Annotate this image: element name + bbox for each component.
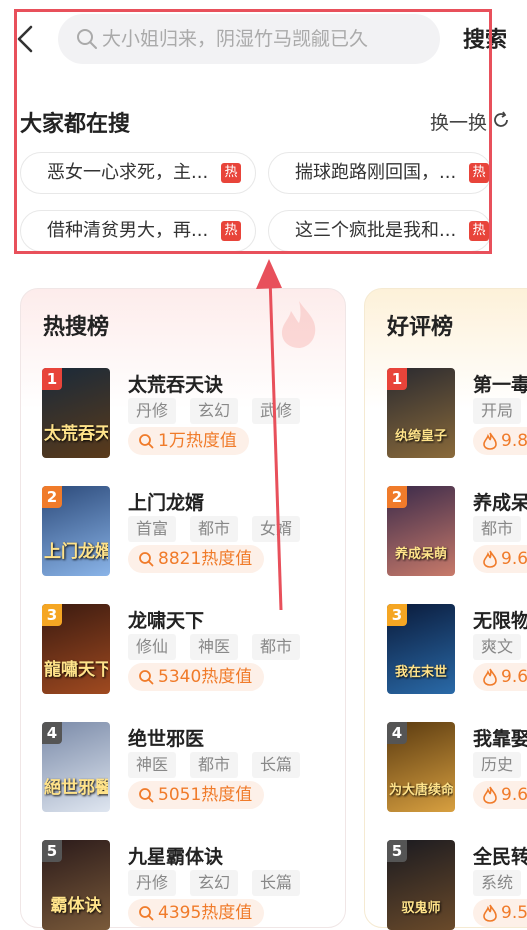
flame-icon xyxy=(483,786,497,804)
heat-badge: 4395热度值 xyxy=(128,899,265,927)
cover-title: 驭鬼师 xyxy=(401,901,441,916)
cover-title: 霸体诀 xyxy=(50,896,102,916)
book-title[interactable]: 第一毒 xyxy=(473,370,527,397)
book-tag: 首富 xyxy=(128,516,177,542)
book-tag: 开局 xyxy=(473,398,522,424)
book-cover[interactable]: 3 我在末世 xyxy=(387,604,455,694)
book-cover[interactable]: 1 太荒吞天诀 xyxy=(42,368,110,458)
book-title[interactable]: 上门龙婿 xyxy=(128,488,204,515)
book-cover[interactable]: 5 霸体诀 xyxy=(42,840,110,930)
cover-title: 龍嘯天下 xyxy=(44,660,108,680)
annotation-arrow-icon xyxy=(256,259,283,611)
book-tag: 神医 xyxy=(128,752,177,778)
book-cover[interactable]: 2 养成呆萌 xyxy=(387,486,455,576)
refresh-icon[interactable] xyxy=(492,111,510,129)
book-cover[interactable]: 5 驭鬼师 xyxy=(387,840,455,930)
rank-number: 2 xyxy=(42,486,62,508)
flame-icon xyxy=(483,904,497,922)
book-tag: 修仙 xyxy=(128,634,177,660)
book-title[interactable]: 我靠娶 xyxy=(473,724,527,751)
heat-search-icon xyxy=(139,906,154,921)
rank-number: 4 xyxy=(42,722,62,744)
book-tag: 都市 xyxy=(473,516,522,542)
book-title[interactable]: 全民转 xyxy=(473,842,527,869)
heat-search-icon xyxy=(139,788,154,803)
good-rank-title: 好评榜 xyxy=(387,315,454,340)
rank-number: 3 xyxy=(387,604,407,626)
book-title[interactable]: 养成呆 xyxy=(473,488,527,515)
book-tag: 系统 xyxy=(473,870,522,896)
book-tag: 历史 xyxy=(473,752,522,778)
rank-number: 5 xyxy=(387,840,407,862)
book-cover[interactable]: 4 为大唐续命 xyxy=(387,722,455,812)
rank-number: 4 xyxy=(387,722,407,744)
book-title[interactable]: 绝世邪医 xyxy=(128,724,204,751)
book-tag: 玄幻 xyxy=(190,870,239,896)
book-tag: 丹修 xyxy=(128,398,177,424)
rating-badge: 9.6 xyxy=(473,781,527,809)
heat-search-icon xyxy=(139,552,154,567)
cover-title: 上门龙婿 xyxy=(44,542,108,562)
book-tag: 爽文 xyxy=(473,634,522,660)
hot-rank-title: 热搜榜 xyxy=(43,315,110,340)
book-tag: 都市 xyxy=(190,516,239,542)
cover-title: 养成呆萌 xyxy=(394,547,447,562)
book-tag: 玄幻 xyxy=(190,398,239,424)
book-tag: 神医 xyxy=(190,634,239,660)
rating-badge: 9.6 xyxy=(473,545,527,573)
rank-number: 5 xyxy=(42,840,62,862)
rank-number: 3 xyxy=(42,604,62,626)
book-title[interactable]: 九星霸体诀 xyxy=(128,842,223,869)
book-tag: 长篇 xyxy=(252,752,301,778)
rank-number: 1 xyxy=(387,368,407,390)
rating-badge: 9.5 xyxy=(473,899,527,927)
flame-icon xyxy=(483,550,497,568)
rank-number: 1 xyxy=(42,368,62,390)
book-title[interactable]: 龙啸天下 xyxy=(128,606,204,633)
book-cover[interactable]: 2 上门龙婿 xyxy=(42,486,110,576)
rating-badge: 9.6 xyxy=(473,663,527,691)
heat-badge: 5051热度值 xyxy=(128,781,265,809)
rank-number: 2 xyxy=(387,486,407,508)
book-tag: 都市 xyxy=(252,634,301,660)
cover-title: 为大唐续命 xyxy=(389,783,453,798)
cover-title: 太荒吞天诀 xyxy=(44,424,108,444)
heat-badge: 5340热度值 xyxy=(128,663,265,691)
book-tag: 丹修 xyxy=(128,870,177,896)
heat-search-icon xyxy=(139,434,154,449)
cover-title: 纨绔皇子 xyxy=(394,429,447,444)
heat-badge: 8821热度值 xyxy=(128,545,265,573)
book-tag: 长篇 xyxy=(252,870,301,896)
flame-icon xyxy=(483,668,497,686)
heat-badge: 1万热度值 xyxy=(128,427,249,455)
cover-title: 我在末世 xyxy=(394,665,447,680)
heat-search-icon xyxy=(139,670,154,685)
book-title[interactable]: 无限物 xyxy=(473,606,527,633)
book-cover[interactable]: 3 龍嘯天下 xyxy=(42,604,110,694)
book-cover[interactable]: 4 絕世邪醫 xyxy=(42,722,110,812)
cover-title: 絕世邪醫 xyxy=(44,778,108,798)
book-tag: 都市 xyxy=(190,752,239,778)
annotation-highlight-box xyxy=(14,9,492,254)
book-title[interactable]: 太荒吞天诀 xyxy=(128,370,223,397)
rating-badge: 9.8 xyxy=(473,427,527,455)
book-cover[interactable]: 1 纨绔皇子 xyxy=(387,368,455,458)
flame-icon xyxy=(483,432,497,450)
